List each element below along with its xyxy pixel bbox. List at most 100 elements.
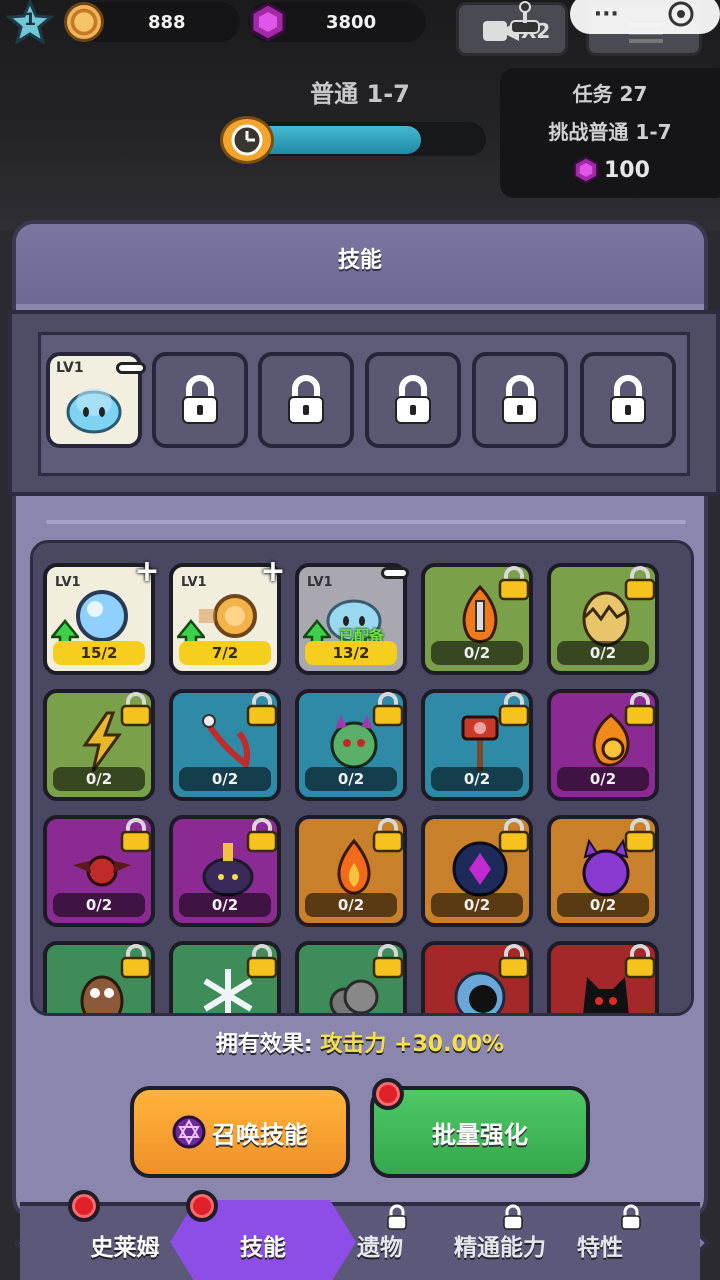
skill-count: 7/2 [179, 641, 271, 665]
skill-card[interactable]: 0/2 [421, 563, 533, 675]
skill-count: 0/2 [53, 893, 145, 917]
coin-icon [64, 2, 104, 42]
lock-icon [395, 375, 431, 424]
skill-level: LV1 [181, 575, 207, 590]
nav-tab-label: 史莱姆 [90, 1235, 160, 1261]
skill-grid: LV1 +15/2 LV1 +7/2 LV1 已配备 13/2 0/2 0/2 0/2 0/2 0/2… [30, 540, 694, 1016]
lock-icon [610, 375, 646, 424]
owned-effect-value: 攻击力 +30.00% [320, 1032, 505, 1057]
nav-tab-traits[interactable]: 特性 [540, 1206, 660, 1280]
lock-icon [119, 943, 153, 979]
equip-slot-5[interactable] [472, 352, 568, 448]
coin-value: 888 [148, 11, 186, 33]
skill-card[interactable] [421, 941, 533, 1013]
skill-card[interactable]: 0/2 [295, 815, 407, 927]
mini-program-capsule[interactable]: ··· [570, 0, 720, 34]
panel-title: 技能 [337, 248, 382, 273]
equip-button[interactable]: + [259, 557, 287, 587]
batch-upgrade-button[interactable]: 批量强化 [370, 1086, 590, 1178]
nav-tab-label: 特性 [577, 1235, 623, 1261]
skill-count: 0/2 [557, 893, 649, 917]
summon-skill-button[interactable]: 召唤技能 [130, 1086, 350, 1178]
skill-card[interactable]: 0/2 [547, 815, 659, 927]
summon-circle-icon [172, 1115, 206, 1149]
batch-upgrade-label: 批量强化 [432, 1120, 528, 1149]
joystick-icon [510, 1, 540, 34]
skill-card[interactable]: 0/2 [169, 689, 281, 801]
lock-icon [245, 691, 279, 727]
nav-badge-skills [186, 1190, 218, 1222]
gem-counter: 3800 [248, 2, 426, 42]
nav-tab-label: 技能 [240, 1235, 286, 1261]
lock-icon [621, 1204, 641, 1230]
lock-icon [623, 691, 657, 727]
skill-card[interactable]: 0/2 [421, 689, 533, 801]
slime-icon [66, 388, 122, 434]
lock-icon [497, 817, 531, 853]
task-title: 任务 27 [572, 82, 648, 106]
capsule-more-button[interactable]: ··· [594, 2, 619, 27]
player-level-badge[interactable]: 1 [5, 0, 55, 46]
skill-count: 0/2 [305, 767, 397, 791]
equip-slot-4[interactable] [365, 352, 461, 448]
skill-card[interactable]: 0/2 [295, 689, 407, 801]
skill-card[interactable]: LV1 +15/2 [43, 557, 160, 675]
skill-card[interactable]: 0/2 [43, 815, 155, 927]
skill-card[interactable] [547, 941, 659, 1013]
skill-card[interactable]: LV1 +7/2 [169, 557, 286, 675]
equip-button[interactable]: + [133, 557, 161, 587]
coin-counter: 888 [64, 2, 240, 42]
skill-card[interactable] [295, 941, 407, 1013]
clock-icon [220, 116, 274, 164]
skill-card[interactable] [43, 941, 155, 1013]
capsule-close-icon[interactable] [666, 0, 696, 29]
skill-count: 0/2 [53, 767, 145, 791]
lock-icon [623, 943, 657, 979]
lock-icon [497, 691, 531, 727]
nav-tab-label: 精通能力 [454, 1235, 546, 1261]
skill-card[interactable]: 0/2 [547, 689, 659, 801]
skill-count: 0/2 [179, 767, 271, 791]
equip-slot-6[interactable] [580, 352, 676, 448]
stage-title: 普通 1-7 [310, 80, 410, 108]
skill-count: 0/2 [431, 767, 523, 791]
task-panel[interactable]: 任务 27 挑战普通 1-7 100 [500, 68, 720, 198]
skill-card[interactable]: 0/2 [169, 815, 281, 927]
divider [46, 520, 686, 524]
skill-card[interactable]: LV1 已配备 13/2 [295, 563, 409, 675]
lock-icon [497, 565, 531, 601]
lock-icon [623, 817, 657, 853]
owned-effect-label: 拥有效果: [215, 1032, 313, 1057]
lock-icon [371, 817, 405, 853]
skill-card[interactable]: 0/2 [43, 689, 155, 801]
equip-slot-2[interactable] [152, 352, 248, 448]
skill-level: LV1 [55, 575, 81, 590]
gem-value: 3800 [326, 11, 377, 33]
lock-icon [245, 817, 279, 853]
skill-count: 0/2 [179, 893, 271, 917]
gem-icon [250, 2, 286, 42]
skill-card[interactable] [169, 941, 281, 1013]
summon-skill-label: 召唤技能 [212, 1120, 308, 1149]
gem-icon [573, 156, 599, 184]
lock-icon [503, 1204, 523, 1230]
skill-count: 0/2 [431, 893, 523, 917]
progress-fill [250, 126, 421, 154]
equip-slot-level: LV1 [56, 360, 84, 376]
lock-icon [623, 565, 657, 601]
speed-button[interactable]: X2 [456, 1, 568, 56]
skill-count: 0/2 [305, 893, 397, 917]
lock-icon [119, 817, 153, 853]
skill-card[interactable]: 0/2 [421, 815, 533, 927]
equip-slot-1[interactable]: LV1 [46, 352, 146, 448]
lock-icon [371, 691, 405, 727]
unequip-button[interactable] [116, 362, 146, 374]
skill-count: 15/2 [53, 641, 145, 665]
equip-slot-3[interactable] [258, 352, 354, 448]
player-level: 1 [24, 10, 36, 30]
notification-dot [372, 1078, 404, 1110]
skill-card[interactable]: 0/2 [547, 563, 659, 675]
nav-tab-label: 遗物 [357, 1235, 403, 1261]
unequip-button[interactable] [381, 567, 409, 579]
lock-icon [502, 375, 538, 424]
